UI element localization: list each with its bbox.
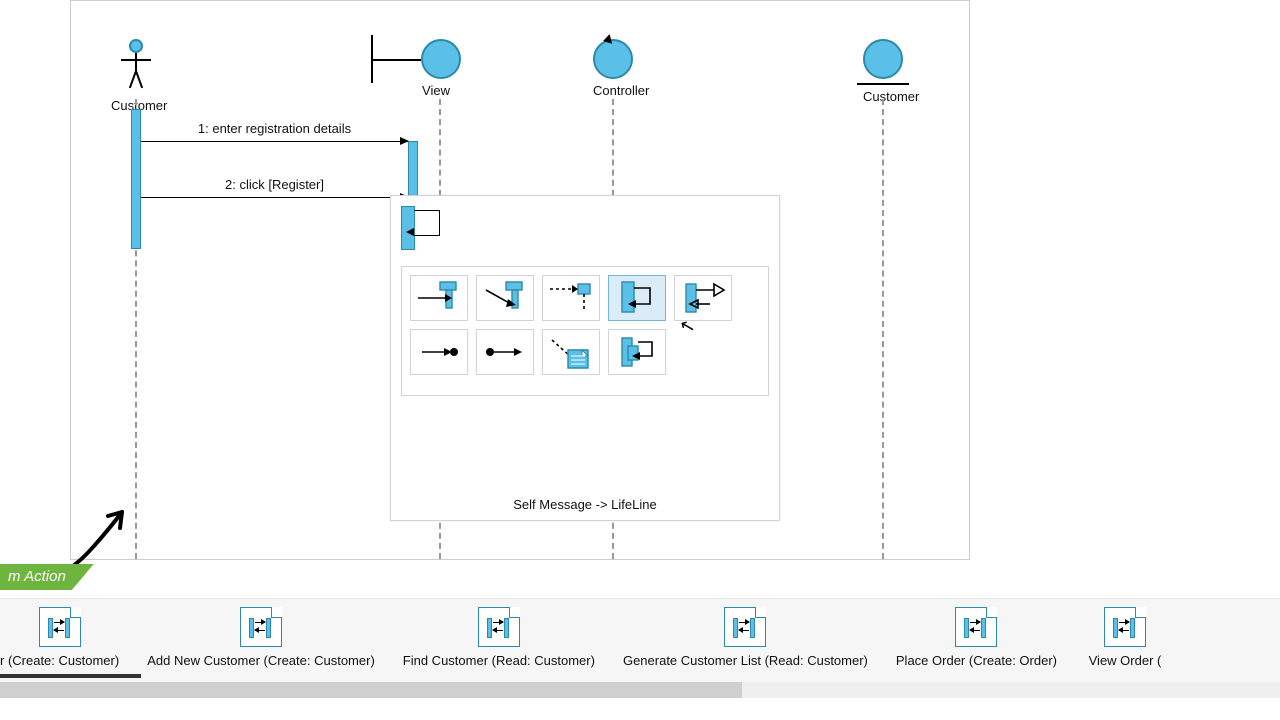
horizontal-scrollbar[interactable] bbox=[0, 682, 1280, 698]
entity-icon bbox=[863, 39, 903, 85]
popup-caption: Self Message -> LifeLine bbox=[391, 497, 779, 512]
tray-item-label: Place Order (Create: Order) bbox=[896, 653, 1057, 668]
tool-recursive-message[interactable] bbox=[608, 329, 666, 375]
tray-item-label: View Order ( bbox=[1089, 653, 1162, 668]
tool-self-message-reply[interactable] bbox=[674, 275, 732, 321]
tray-item-label: Find Customer (Read: Customer) bbox=[403, 653, 595, 668]
message-2-arrow[interactable] bbox=[141, 197, 408, 198]
control-icon bbox=[593, 39, 633, 79]
tool-note[interactable] bbox=[542, 329, 600, 375]
tray-item-label: Add New Customer (Create: Customer) bbox=[147, 653, 375, 668]
tray-item[interactable]: Add New Customer (Create: Customer) bbox=[147, 607, 375, 668]
message-2-label: 2: click [Register] bbox=[141, 177, 408, 192]
tray-item[interactable]: Place Order (Create: Order) bbox=[896, 607, 1057, 668]
tool-lost-message[interactable] bbox=[476, 329, 534, 375]
tray-item-label: Generate Customer List (Read: Customer) bbox=[623, 653, 868, 668]
activation-bar-actor[interactable] bbox=[131, 109, 141, 249]
lifeline-boundary-view[interactable]: View bbox=[371, 39, 461, 98]
lifeline-label: Controller bbox=[593, 83, 633, 98]
tray-item[interactable]: Generate Customer List (Read: Customer) bbox=[623, 607, 868, 668]
actor-icon bbox=[111, 39, 161, 94]
lifeline-dash bbox=[882, 99, 884, 559]
resource-catalog-popup: Self Message -> LifeLine bbox=[390, 195, 780, 521]
boundary-icon bbox=[371, 39, 461, 79]
sequence-diagram-file-icon bbox=[1104, 607, 1146, 647]
activation-bar-view[interactable] bbox=[408, 141, 418, 201]
sequence-diagram-file-icon bbox=[39, 607, 81, 647]
message-1-label: 1: enter registration details bbox=[141, 121, 408, 136]
tool-found-message[interactable] bbox=[410, 329, 468, 375]
tool-duration-message[interactable] bbox=[476, 275, 534, 321]
lifeline-control-controller[interactable]: Controller bbox=[593, 39, 633, 98]
section-tab-label: m Action bbox=[8, 568, 66, 585]
sequence-diagram-file-icon bbox=[724, 607, 766, 647]
tool-self-message[interactable] bbox=[608, 275, 666, 321]
tray-item[interactable]: Find Customer (Read: Customer) bbox=[403, 607, 595, 668]
tool-create-message[interactable] bbox=[542, 275, 600, 321]
scrollbar-thumb[interactable] bbox=[0, 682, 742, 698]
tray-item[interactable]: View Order ( bbox=[1085, 607, 1165, 668]
popup-preview-icon bbox=[401, 206, 440, 250]
lifeline-actor-customer[interactable]: Customer bbox=[111, 39, 161, 113]
lifeline-entity-customer[interactable]: Customer bbox=[863, 39, 903, 104]
tool-message-activation[interactable] bbox=[410, 275, 468, 321]
tray-item[interactable]: r (Create: Customer) bbox=[0, 607, 119, 668]
sequence-diagram-file-icon bbox=[240, 607, 282, 647]
lifeline-label: View bbox=[411, 83, 461, 98]
diagram-tray: r (Create: Customer) Add New Customer (Cr… bbox=[0, 598, 1280, 698]
tray-item-label: r (Create: Customer) bbox=[0, 653, 119, 668]
sequence-diagram-file-icon bbox=[955, 607, 997, 647]
tool-grid bbox=[401, 266, 769, 396]
sequence-diagram-file-icon bbox=[478, 607, 520, 647]
message-1-arrow[interactable] bbox=[141, 141, 408, 142]
